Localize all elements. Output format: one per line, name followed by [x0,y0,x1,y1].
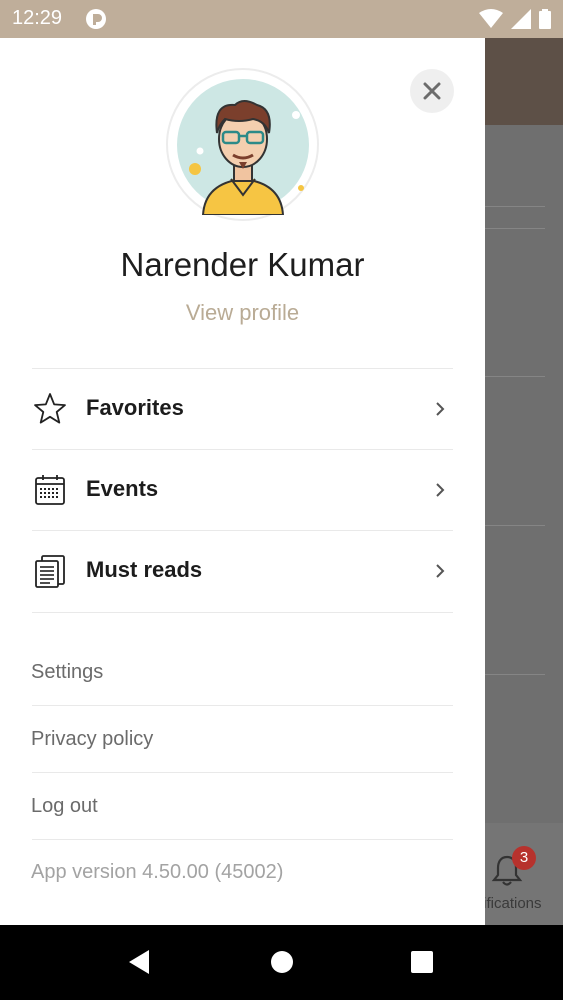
status-time: 12:29 [12,7,63,29]
document-icon [35,555,65,588]
avatar-illustration [176,78,309,215]
divider [32,612,453,613]
close-icon [423,82,441,100]
status-bar: 12:29 [0,0,563,38]
menu-item-label: Must reads [86,557,203,582]
recents-icon[interactable] [410,949,434,975]
background-divider [485,228,545,229]
background-divider [485,206,545,207]
menu-item-label: Favorites [86,395,184,420]
log-out-link[interactable]: Log out [31,795,98,818]
background-divider [485,674,545,675]
background-divider [485,376,545,377]
menu-item-events[interactable]: Events [0,450,485,530]
calendar-icon [35,475,65,505]
navigation-drawer: Narender Kumar View profile Favorites Ev… [0,38,485,925]
divider [32,705,453,706]
avatar[interactable] [166,68,319,221]
chevron-right-icon [436,564,445,578]
close-button[interactable] [410,69,454,113]
app-version: App version 4.50.00 (45002) [31,861,284,883]
divider [32,772,453,773]
view-profile-link[interactable]: View profile [0,300,485,326]
star-icon [34,393,66,424]
notifications-tab-label[interactable]: tifications [479,895,542,912]
divider [32,839,453,840]
system-navigation-bar [0,925,563,1000]
user-name: Narender Kumar [120,246,365,283]
notification-count-badge: 3 [512,846,536,870]
back-icon[interactable] [127,949,151,975]
background-header [485,38,563,125]
menu-item-must-reads[interactable]: Must reads [0,531,485,611]
menu-item-label: Events [86,476,159,501]
chevron-right-icon [436,402,445,416]
home-icon[interactable] [270,949,294,975]
battery-icon [539,9,551,29]
settings-link[interactable]: Settings [31,661,103,684]
background-divider [485,525,545,526]
signal-icon [511,9,531,29]
privacy-policy-link[interactable]: Privacy policy [31,728,153,751]
app-notification-icon [86,9,106,29]
menu-item-favorites[interactable]: Favorites [0,369,485,449]
background-app-overlay[interactable]: 3 tifications [479,38,563,925]
chevron-right-icon [436,483,445,497]
wifi-icon [479,9,503,28]
